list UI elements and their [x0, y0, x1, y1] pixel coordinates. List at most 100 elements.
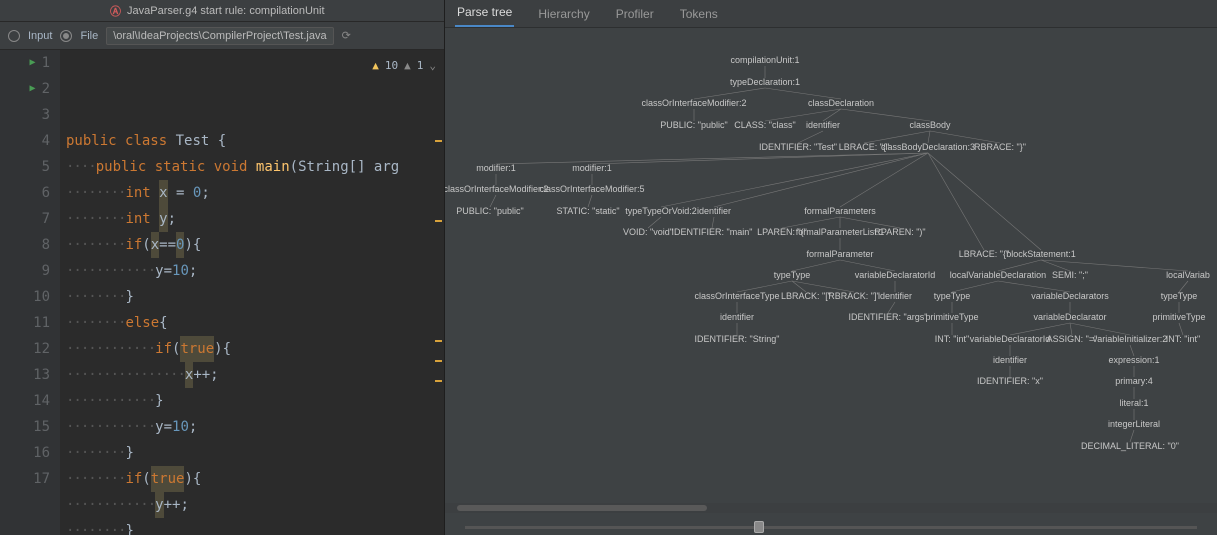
tree-node[interactable]: PUBLIC: "public" — [660, 120, 727, 130]
tree-node[interactable]: IDENTIFIER: "String" — [695, 334, 780, 344]
tree-node[interactable]: literal:1 — [1119, 398, 1148, 408]
tab-tokens[interactable]: Tokens — [678, 1, 720, 27]
file-path[interactable]: \oral\IdeaProjects\CompilerProject\Test.… — [106, 27, 333, 45]
code-line[interactable]: ············} — [66, 388, 444, 414]
code-line[interactable]: ········if(x==0){ — [66, 232, 444, 258]
warning-marker[interactable] — [435, 220, 442, 222]
tree-node[interactable]: typeType — [1161, 291, 1198, 301]
tree-node[interactable]: ASSIGN: "=" — [1047, 334, 1098, 344]
tree-node[interactable]: variableDeclarator — [1033, 312, 1106, 322]
tree-node[interactable]: formalParameter — [806, 249, 873, 259]
run-icon[interactable]: ▶ — [30, 50, 36, 76]
tree-node[interactable]: formalParameters — [804, 206, 876, 216]
code-line[interactable]: ············if(true){ — [66, 336, 444, 362]
tree-node[interactable]: typeType — [774, 270, 811, 280]
code-line[interactable]: ········} — [66, 284, 444, 310]
tree-node[interactable]: typeTypeOrVoid:2 — [625, 206, 697, 216]
inspection-widget[interactable]: ▲ 10 ▲ 1 ⌄ — [372, 53, 436, 79]
tree-node[interactable]: classOrInterfaceModifier:2 — [641, 98, 746, 108]
warning-marker[interactable] — [435, 380, 442, 382]
tree-node[interactable]: VOID: "void" — [623, 227, 673, 237]
tree-node[interactable]: INT: "int" — [1166, 334, 1200, 344]
tree-node[interactable]: classBody — [909, 120, 951, 130]
tree-node[interactable]: DECIMAL_LITERAL: "0" — [1081, 441, 1179, 451]
toolbar: Input File \oral\IdeaProjects\CompilerPr… — [0, 22, 444, 50]
code-line[interactable]: ········if(true){ — [66, 466, 444, 492]
tree-node[interactable]: IDENTIFIER: "main" — [672, 227, 753, 237]
code-line[interactable]: ····public static void main(String[] arg — [66, 154, 444, 180]
title-rule-prefix: start rule: — [200, 5, 246, 17]
input-radio[interactable] — [8, 30, 20, 42]
tree-node[interactable]: RPAREN: ")" — [874, 227, 925, 237]
scrollbar-thumb[interactable] — [457, 505, 707, 511]
tree-node[interactable]: primary:4 — [1115, 376, 1153, 386]
code-line[interactable]: ········int x = 0; — [66, 180, 444, 206]
tree-node[interactable]: identifier — [720, 312, 754, 322]
tree-node[interactable]: classDeclaration — [808, 98, 874, 108]
run-icon[interactable]: ▶ — [30, 76, 36, 102]
tree-node[interactable]: STATIC: "static" — [556, 206, 619, 216]
zoom-slider[interactable] — [445, 513, 1217, 535]
tree-node[interactable]: IDENTIFIER: "args" — [849, 312, 928, 322]
tree-node[interactable]: typeDeclaration:1 — [730, 77, 800, 87]
tree-node[interactable]: CLASS: "class" — [734, 120, 795, 130]
warning-marker[interactable] — [435, 340, 442, 342]
code[interactable]: ▲ 10 ▲ 1 ⌄ public class Test {····public… — [60, 50, 444, 535]
tab-hierarchy[interactable]: Hierarchy — [536, 1, 591, 27]
tree-node[interactable]: classOrInterfaceModifier:5 — [539, 184, 644, 194]
tree-node[interactable]: formalParameterList:1 — [796, 227, 885, 237]
file-radio[interactable] — [60, 30, 72, 42]
tree-node[interactable]: expression:1 — [1108, 355, 1159, 365]
code-line[interactable]: ············y=10; — [66, 414, 444, 440]
tree-node[interactable]: primitiveType — [1152, 312, 1205, 322]
tree-node[interactable]: primitiveType — [925, 312, 978, 322]
code-line[interactable]: ········int y; — [66, 206, 444, 232]
tree-node[interactable]: classBodyDeclaration:3 — [881, 142, 975, 152]
tree-node[interactable]: integerLiteral — [1108, 419, 1160, 429]
warning-marker[interactable] — [435, 360, 442, 362]
tree-node[interactable]: modifier:1 — [572, 163, 612, 173]
tree-node[interactable]: classOrInterfaceType — [694, 291, 779, 301]
code-line[interactable]: ········else{ — [66, 310, 444, 336]
code-line[interactable]: ················x++; — [66, 362, 444, 388]
parse-tree-view[interactable]: compilationUnit:1 typeDeclaration:1 classO… — [445, 28, 1217, 535]
file-label: File — [80, 30, 98, 42]
tree-node[interactable]: blockStatement:1 — [1006, 249, 1076, 259]
tree-node[interactable]: typeType — [934, 291, 971, 301]
tab-parse-tree[interactable]: Parse tree — [455, 0, 514, 27]
tree-node[interactable]: compilationUnit:1 — [730, 55, 799, 65]
tree-node[interactable]: LBRACK: "[" — [781, 291, 831, 301]
tree-node[interactable]: PUBLIC: "public" — [456, 206, 523, 216]
tree-node[interactable]: classOrInterfaceModifier:2 — [445, 184, 549, 194]
tree-node[interactable]: identifier — [993, 355, 1027, 365]
tree-node[interactable]: localVariableDeclaration — [950, 270, 1046, 280]
code-line[interactable]: ········} — [66, 518, 444, 535]
tree-node[interactable]: variableDeclarators — [1031, 291, 1109, 301]
tree-node[interactable]: INT: "int" — [935, 334, 969, 344]
tree-node[interactable]: identifier — [806, 120, 840, 130]
warning-marker[interactable] — [435, 140, 442, 142]
tree-node[interactable]: SEMI: ";" — [1052, 270, 1088, 280]
tree-node[interactable]: modifier:1 — [476, 163, 516, 173]
tab-profiler[interactable]: Profiler — [614, 1, 656, 27]
horizontal-scrollbar[interactable] — [445, 503, 1217, 513]
code-line[interactable]: ············y=10; — [66, 258, 444, 284]
tree-node[interactable]: variableDeclaratorId — [970, 334, 1051, 344]
tree-node[interactable]: localVariab — [1166, 270, 1210, 280]
code-line[interactable]: ············y++; — [66, 492, 444, 518]
tree-node[interactable]: identifier — [878, 291, 912, 301]
tree-node[interactable]: identifier — [697, 206, 731, 216]
tree-node[interactable]: RBRACK: "]" — [828, 291, 879, 301]
code-line[interactable]: public class Test { — [66, 128, 444, 154]
code-line[interactable]: ········} — [66, 440, 444, 466]
editor-area[interactable]: ▶1▶234567891011121314151617 ▲ 10 ▲ 1 ⌄ p… — [0, 50, 444, 535]
zoom-thumb[interactable] — [754, 521, 764, 533]
tree-node[interactable]: LBRACE: "{" — [959, 249, 1009, 259]
tree-node[interactable]: RBRACE: "}" — [974, 142, 1026, 152]
tree-node[interactable]: variableInitializer:2 — [1093, 334, 1168, 344]
tree-node[interactable]: variableDeclaratorId — [855, 270, 936, 280]
marker-rail[interactable] — [434, 50, 444, 535]
refresh-icon[interactable]: ⟳ — [342, 29, 351, 42]
tree-node[interactable]: IDENTIFIER: "Test" — [759, 142, 837, 152]
tree-node[interactable]: IDENTIFIER: "x" — [977, 376, 1043, 386]
